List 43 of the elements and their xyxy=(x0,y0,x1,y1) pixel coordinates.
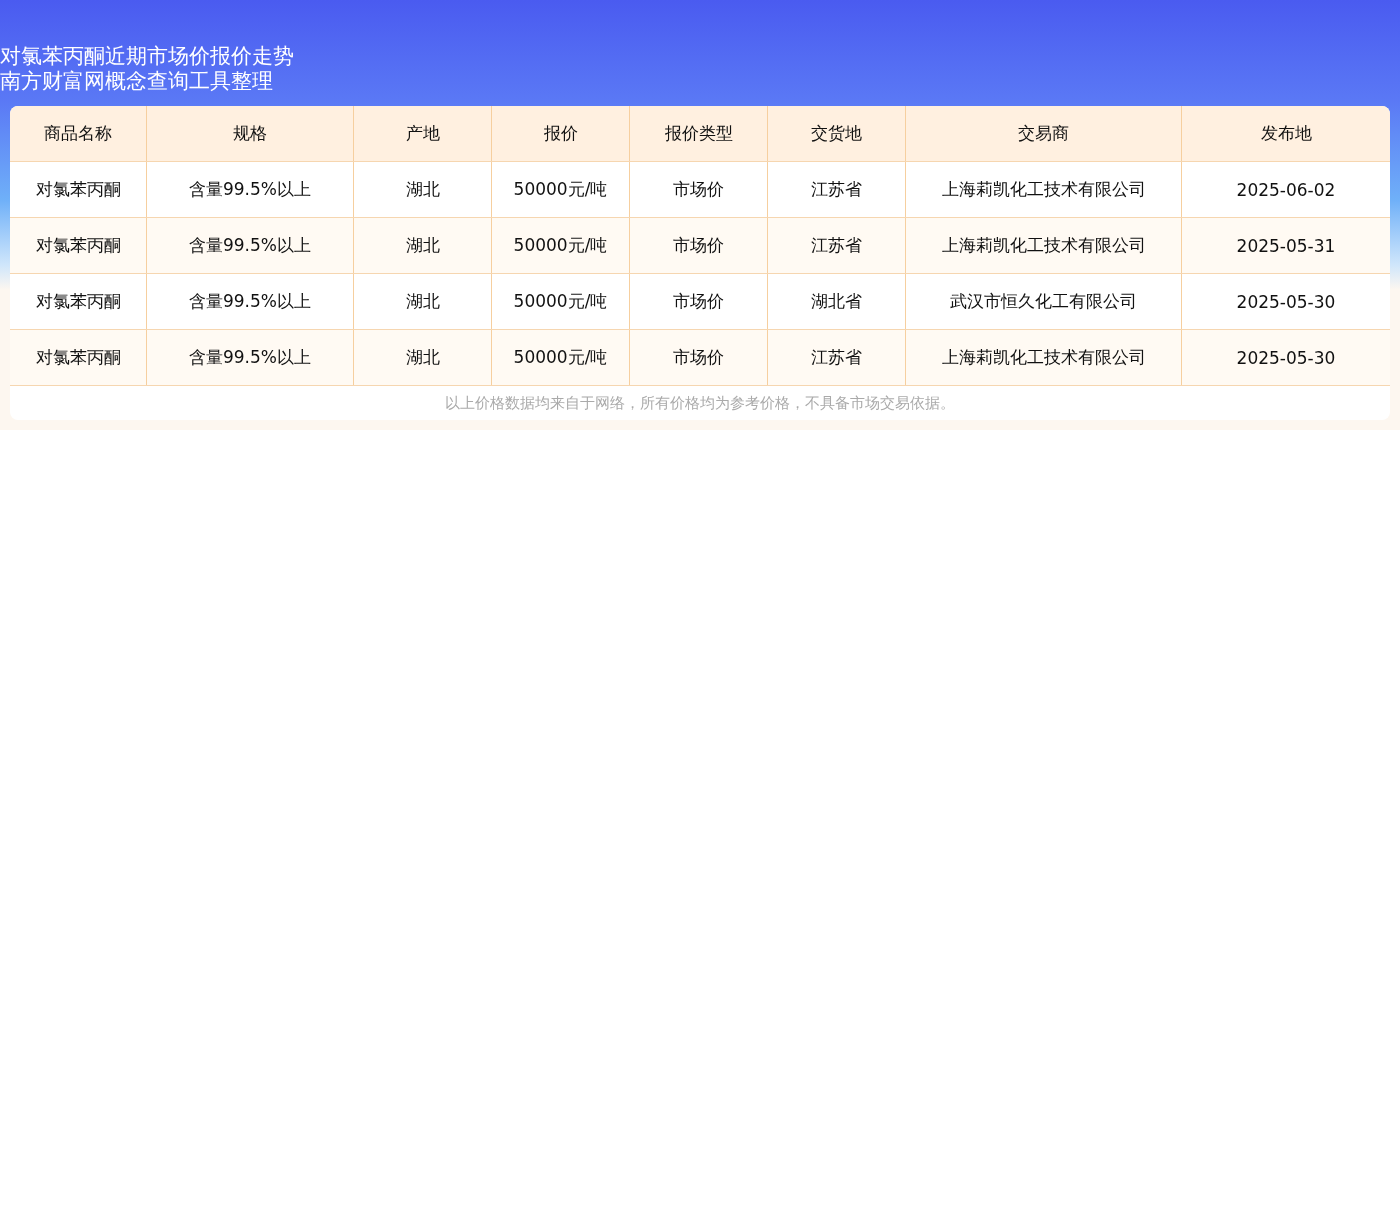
table-cell: 50000元/吨 xyxy=(492,274,630,329)
column-header: 规格 xyxy=(147,106,354,161)
page-title: 对氯苯丙酮近期市场价报价走势 xyxy=(0,44,295,69)
table-cell: 含量99.5%以上 xyxy=(147,330,354,385)
column-header: 发布地 xyxy=(1259,122,1313,145)
table-cell: 含量99.5%以上 xyxy=(147,274,354,329)
table-cell: 对氯苯丙酮 xyxy=(10,218,147,273)
table-cell: 江苏省 xyxy=(768,330,906,385)
column-header: 产地 xyxy=(354,106,492,161)
table-cell: 市场价 xyxy=(630,274,768,329)
table-cell: 50000元/吨 xyxy=(492,330,630,385)
column-header: 商品名称 xyxy=(10,106,147,161)
column-header: 交货地 xyxy=(768,106,906,161)
table-cell: 江苏省 xyxy=(768,162,906,217)
table-cell: 市场价 xyxy=(630,162,768,217)
table-cell-text: 2025-05-31 xyxy=(1235,234,1337,258)
table-cell: 对氯苯丙酮 xyxy=(10,162,147,217)
table-cell: 对氯苯丙酮 xyxy=(10,274,147,329)
table-cell-text: 2025-05-30 xyxy=(1235,290,1337,314)
table-cell: 市场价 xyxy=(630,218,768,273)
table-cell: 湖北省 xyxy=(768,274,906,329)
column-header: 交易商 xyxy=(906,106,1182,161)
table-cell: 50000元/吨 xyxy=(492,218,630,273)
table-cell: 含量99.5%以上 xyxy=(147,162,354,217)
table-cell: 江苏省 xyxy=(768,218,906,273)
table-cell: 武汉市恒久化工有限公司 xyxy=(906,274,1182,329)
page-title: 南方财富网概念查询工具整理 xyxy=(0,69,274,94)
disclaimer-text: 以上价格数据均来自于网络，所有价格均为参考价格，不具备市场交易依据。 xyxy=(444,392,956,414)
table-cell: 市场价 xyxy=(630,330,768,385)
table-cell: 对氯苯丙酮 xyxy=(10,330,147,385)
table-cell: 上海莉凯化工技术有限公司 xyxy=(906,218,1182,273)
table-cell-text: 2025-05-30 xyxy=(1235,346,1337,370)
table-cell: 湖北 xyxy=(354,162,492,217)
column-header: 报价类型 xyxy=(630,106,768,161)
table-cell: 含量99.5%以上 xyxy=(147,218,354,273)
column-header: 报价 xyxy=(492,106,630,161)
table-cell: 湖北 xyxy=(354,330,492,385)
table-cell-text: 2025-06-02 xyxy=(1235,178,1337,202)
table-cell: 湖北 xyxy=(354,274,492,329)
table-cell: 湖北 xyxy=(354,218,492,273)
table-cell: 上海莉凯化工技术有限公司 xyxy=(906,162,1182,217)
table-cell: 上海莉凯化工技术有限公司 xyxy=(906,330,1182,385)
table-cell: 50000元/吨 xyxy=(492,162,630,217)
